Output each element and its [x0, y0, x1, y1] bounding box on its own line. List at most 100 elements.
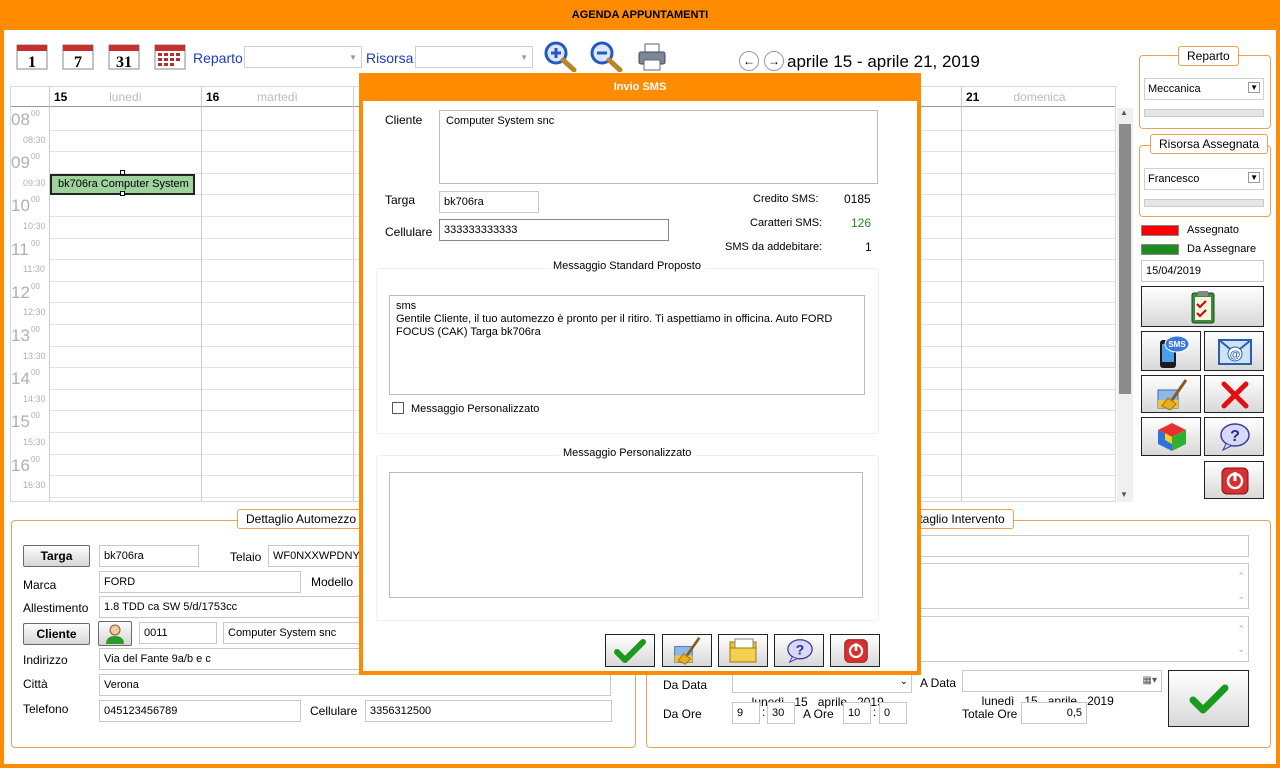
dialog-cliente-field[interactable]: Computer System snc [439, 110, 878, 184]
personalizzato-checkbox[interactable] [392, 402, 404, 414]
selected-date-field[interactable]: 15/04/2019 [1141, 260, 1264, 282]
allestimento-field[interactable]: 1.8 TDD ca SW 5/d/1753cc [99, 596, 361, 618]
print-button[interactable] [637, 42, 667, 75]
reparto-select[interactable]: ▼ [244, 46, 362, 68]
dialog-close-button[interactable] [830, 634, 880, 667]
custom-message-text[interactable] [389, 472, 863, 598]
send-sms-button[interactable]: SMS [1141, 331, 1201, 371]
custom-message-legend: Messaggio Personalizzato [559, 447, 696, 459]
sidebar-reparto-select[interactable]: Meccanica ▼ [1144, 78, 1264, 100]
marca-label: Marca [23, 578, 57, 592]
a-ore-hour-field[interactable]: 10 [843, 702, 871, 724]
calendar-dropdown-icon: ▦▾ [1142, 675, 1157, 686]
zoom-out-icon [590, 41, 623, 73]
citta-field[interactable]: Verona [99, 674, 611, 696]
intervento-note-field[interactable]: ⌃ ⌄ [918, 563, 1249, 609]
half-hour-label: 13:30 [23, 350, 46, 361]
half-hour-label: 08:30 [23, 134, 46, 145]
legend-label-da-assegnare: Da Assegnare [1187, 243, 1257, 255]
indirizzo-field[interactable]: Via del Fante 9a/b e c [99, 648, 361, 670]
cliente-button[interactable]: Cliente [23, 623, 90, 645]
exit-button[interactable] [1204, 461, 1264, 499]
targa-button[interactable]: Targa [23, 545, 90, 567]
next-week-button[interactable]: → [764, 51, 784, 71]
dialog-clear-button[interactable] [662, 634, 712, 667]
day-view-button[interactable]: 1 [16, 44, 48, 73]
arrow-left-icon: ← [743, 54, 755, 68]
marca-field[interactable]: FORD [99, 571, 301, 593]
arrow-right-icon: → [768, 54, 780, 68]
day-name: lunedì [109, 90, 142, 104]
cellulare-label: Cellulare [310, 704, 358, 718]
dialog-targa-field[interactable]: bk706ra [439, 191, 539, 213]
calendar-scrollbar[interactable]: ▲ ▼ [1117, 108, 1133, 502]
risorsa-select[interactable]: ▼ [415, 46, 533, 68]
cellulare-field[interactable]: 3356312500 [365, 700, 612, 722]
dialog-archive-button[interactable] [718, 634, 768, 667]
confirm-intervento-button[interactable] [1168, 670, 1249, 727]
telaio-field[interactable]: WF0NXXWPDNYF [268, 545, 360, 567]
chevron-up-icon[interactable]: ⌃ [1237, 619, 1245, 639]
send-email-button[interactable]: @ [1204, 331, 1264, 371]
legend-swatch-assegnato [1141, 225, 1179, 236]
checklist-button[interactable] [1141, 286, 1264, 327]
help-button[interactable]: ? [1204, 417, 1264, 456]
scroll-down-icon[interactable]: ▼ [1120, 490, 1128, 499]
dialog-help-button[interactable]: ? [774, 634, 824, 667]
a-ore-minute-field[interactable]: 0 [879, 702, 907, 724]
hour-label: 14 00 14:30 [11, 367, 49, 410]
totale-ore-field[interactable]: 0,5 [1021, 702, 1087, 724]
customer-lookup-button[interactable] [98, 621, 132, 646]
targa-field[interactable]: bk706ra [99, 545, 199, 567]
intervento-legend: ttaglio Intervento [908, 509, 1014, 529]
risorsa-label: Risorsa [366, 50, 414, 66]
zoom-in-button[interactable] [543, 40, 577, 75]
resize-handle[interactable] [120, 170, 125, 175]
day-header-sunday[interactable]: 21 domenica [961, 87, 1115, 107]
hour-label: 09 00 09:30 [11, 151, 49, 194]
cliente-code-field[interactable]: 0011 [139, 622, 217, 644]
caratteri-sms-label: Caratteri SMS: [750, 217, 823, 229]
telefono-field[interactable]: 045123456789 [99, 700, 301, 722]
month-view-button[interactable]: 31 [108, 44, 140, 73]
chevron-down-icon[interactable]: ⌄ [1237, 639, 1245, 659]
cliente-name-field[interactable]: Computer System snc [223, 622, 360, 644]
standard-message-text[interactable]: sms Gentile Cliente, il tuo automezzo è … [389, 295, 865, 395]
scroll-up-icon[interactable]: ▲ [1120, 108, 1128, 117]
calendar-day-icon: 1 [16, 44, 48, 71]
column-divider [353, 87, 354, 501]
day-header-tuesday[interactable]: 16 martedì [201, 87, 353, 107]
allestimento-label: Allestimento [23, 601, 89, 615]
delete-button[interactable] [1204, 375, 1264, 413]
clear-button[interactable] [1141, 375, 1201, 413]
broom-icon [674, 637, 701, 665]
options-button[interactable] [1141, 417, 1201, 456]
sidebar-risorsa-select[interactable]: Francesco ▼ [1144, 168, 1264, 190]
column-divider [201, 87, 202, 501]
week-view-button[interactable]: 7 [62, 44, 94, 73]
hour-minutes: 00 [31, 281, 40, 291]
scrollbar-thumb[interactable] [1119, 124, 1131, 394]
zoom-out-button[interactable] [589, 40, 623, 75]
risorsa-progress [1144, 199, 1264, 207]
resize-handle[interactable] [120, 191, 125, 196]
svg-text:31: 31 [116, 54, 132, 70]
window-title: AGENDA APPUNTAMENTI [0, 0, 1280, 30]
da-ore-minute-field[interactable]: 30 [767, 702, 795, 724]
svg-text:?: ? [1230, 428, 1240, 445]
hour-label: 15 00 15:30 [11, 410, 49, 453]
dialog-send-button[interactable] [605, 634, 655, 667]
hour-minutes: 00 [31, 325, 40, 334]
year-view-button[interactable] [154, 44, 186, 73]
intervento-descrizione-field[interactable] [918, 535, 1249, 557]
chevron-down-icon[interactable]: ⌄ [1237, 586, 1245, 606]
intervento-lavori-field[interactable]: ⌃ ⌄ [918, 616, 1249, 662]
da-ore-hour-field[interactable]: 9 [732, 702, 760, 724]
dialog-cellulare-field[interactable]: 333333333333 [439, 219, 669, 241]
sms-addebitare-label: SMS da addebitare: [725, 241, 823, 253]
day-header-monday[interactable]: 15 lunedì [49, 87, 201, 107]
previous-week-button[interactable]: ← [739, 51, 759, 71]
hour-number: 12 [11, 282, 30, 302]
chevron-up-icon[interactable]: ⌃ [1237, 566, 1245, 586]
a-data-picker[interactable]: lunedì 15 aprile 2019 ▦▾ [962, 670, 1162, 708]
